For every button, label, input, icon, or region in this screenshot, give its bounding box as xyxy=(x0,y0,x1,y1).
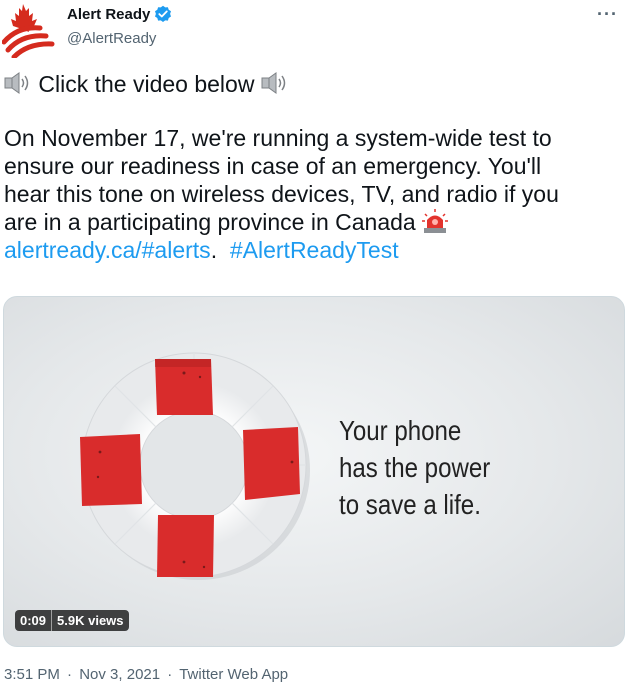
footer-separator: · xyxy=(67,666,73,683)
tweet-intro-line: Click the video below xyxy=(4,70,619,98)
tweet-footer: 3:51 PM · Nov 3, 2021 · Twitter Web App xyxy=(4,666,288,683)
hashtag-link[interactable]: #AlertReadyTest xyxy=(230,237,399,263)
speaker-icon xyxy=(261,71,289,95)
video-badges: 0:09 5.9K views xyxy=(15,610,129,631)
video-player[interactable]: 0:09 5.9K views xyxy=(3,296,625,647)
tweet-body-text: are in a participating province in Canad… xyxy=(4,209,416,235)
tweet-links-line: alertready.ca/#alerts. #AlertReadyTest xyxy=(4,236,619,264)
intro-text: Click the video below xyxy=(38,71,255,97)
video-caption: Your phone has the power to save a life. xyxy=(339,412,490,523)
life-ring-image xyxy=(80,352,310,580)
tweet-source[interactable]: Twitter Web App xyxy=(179,666,288,683)
alert-ready-link[interactable]: alertready.ca/#alerts xyxy=(4,237,211,263)
tweet-body-line: ensure our readiness in case of an emerg… xyxy=(4,153,542,179)
video-caption-line: has the power xyxy=(339,452,491,483)
video-caption-line: Your phone xyxy=(339,415,462,446)
avatar[interactable] xyxy=(1,2,58,60)
tweet-time[interactable]: 3:51 PM xyxy=(4,666,60,683)
more-icon[interactable]: ··· xyxy=(597,4,618,25)
tweet-text: Click the video below On November 17, we… xyxy=(4,70,619,264)
alert-ready-logo-icon xyxy=(1,4,55,60)
tweet-body-line: On November 17, we're running a system-w… xyxy=(4,125,552,151)
video-duration: 0:09 xyxy=(15,610,53,631)
name-row: Alert Ready xyxy=(67,5,172,23)
tweet-date[interactable]: Nov 3, 2021 xyxy=(79,666,160,683)
link-separator: . xyxy=(210,237,218,263)
tweet-body-line: are in a participating province in Canad… xyxy=(4,208,619,236)
display-name[interactable]: Alert Ready xyxy=(67,6,150,23)
video-caption-line: to save a life. xyxy=(339,489,481,520)
siren-icon xyxy=(422,208,449,234)
verified-badge-icon xyxy=(154,5,172,23)
speaker-icon xyxy=(4,71,32,95)
tweet-body-line: hear this tone on wireless devices, TV, … xyxy=(4,181,559,207)
video-views: 5.9K views xyxy=(52,610,129,631)
footer-separator: · xyxy=(167,666,173,683)
handle[interactable]: @AlertReady xyxy=(67,30,156,47)
tweet-header: Alert Ready @AlertReady ··· xyxy=(0,0,628,62)
